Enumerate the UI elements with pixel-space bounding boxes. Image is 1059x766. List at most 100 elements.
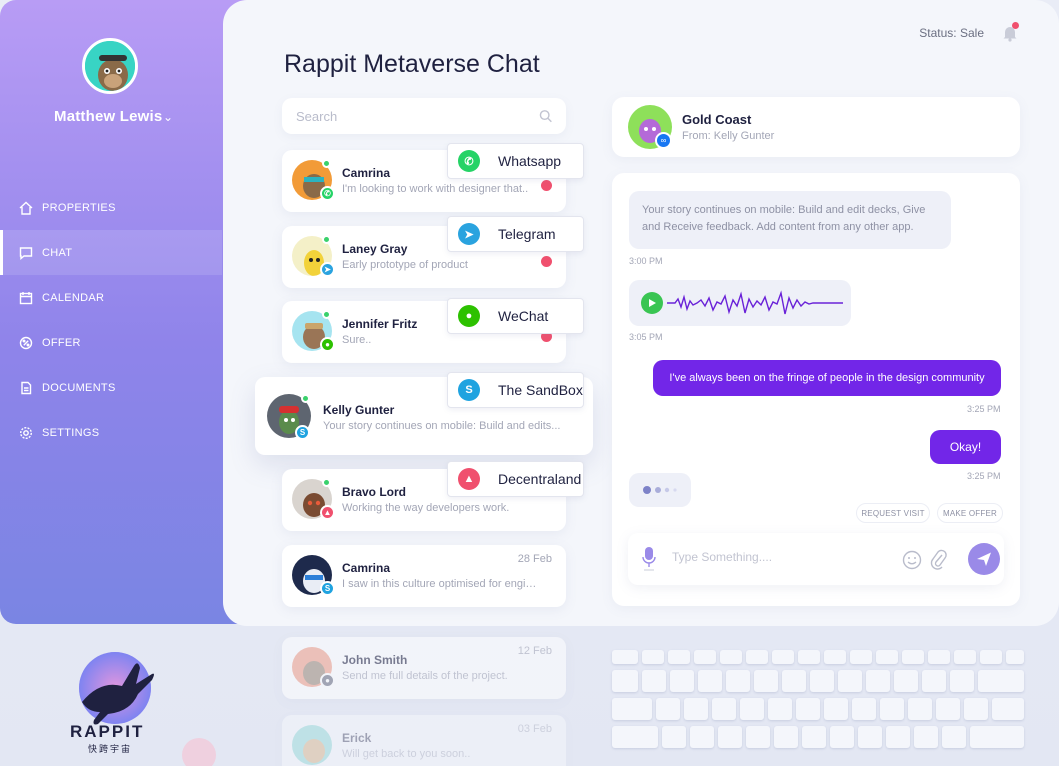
keyboard-key (774, 726, 798, 748)
keyboard-key (802, 726, 826, 748)
platform-tag-decentraland[interactable]: ▲ Decentraland (447, 461, 584, 497)
make-offer-button[interactable]: MAKE OFFER (937, 503, 1003, 523)
platform-tag-whatsapp[interactable]: ✆ Whatsapp (447, 143, 584, 179)
keyboard-key (980, 650, 1002, 664)
keyboard-illustration (612, 648, 1024, 766)
keyboard-key (824, 698, 848, 720)
keyboard-key (902, 650, 924, 664)
brand-name: RAPPIT (70, 722, 145, 741)
keyboard-key (914, 726, 938, 748)
sidebar-item-label: SETTINGS (42, 426, 100, 439)
message-date: 12 Feb (517, 645, 552, 657)
sidebar-item-documents[interactable]: DOCUMENTS (0, 365, 222, 410)
message-time: 3:25 PM (967, 404, 1001, 414)
contact-name: Erick (342, 731, 372, 745)
keyboard-key (656, 698, 680, 720)
platform-tag-wechat[interactable]: ● WeChat (447, 298, 584, 334)
send-button[interactable] (968, 543, 1000, 575)
keyboard-key (694, 650, 716, 664)
keyboard-key (718, 726, 742, 748)
conversation-header: ∞ Gold Coast From: Kelly Gunter (612, 97, 1020, 157)
online-indicator (322, 310, 331, 319)
message-time: 3:05 PM (629, 332, 663, 342)
message-preview: I'm looking to work with designer that.. (342, 183, 529, 195)
emoji-icon[interactable] (902, 550, 922, 570)
keyboard-key (978, 670, 1024, 692)
keyboard-key (876, 650, 898, 664)
sidebar-item-offer[interactable]: OFFER (0, 320, 222, 365)
chat-list-item[interactable]: ● John Smith Send me full details of the… (282, 637, 566, 699)
keyboard-key (866, 670, 890, 692)
unread-badge (541, 256, 552, 267)
online-indicator (322, 159, 331, 168)
message-input[interactable] (672, 550, 892, 564)
keyboard-key (970, 726, 1024, 748)
decentraland-icon: ▲ (458, 468, 480, 490)
outgoing-message: I've always been on the fringe of people… (653, 360, 1001, 396)
source-icon: ● (320, 673, 335, 688)
meta-icon: ∞ (655, 132, 672, 149)
online-indicator (322, 478, 331, 487)
gear-icon (18, 425, 34, 441)
keyboard-key (612, 650, 638, 664)
message-preview: Will get back to you soon.. (342, 748, 471, 760)
contact-name: Kelly Gunter (323, 403, 395, 417)
keyboard-key (798, 650, 820, 664)
attachment-icon[interactable] (930, 549, 948, 571)
decorative-orb (182, 738, 216, 766)
sidebar-item-chat[interactable]: CHAT (0, 230, 222, 275)
user-avatar[interactable] (82, 38, 138, 94)
keyboard-key (612, 698, 652, 720)
search-input[interactable] (296, 108, 539, 124)
platform-tag-sandbox[interactable]: S The SandBox (447, 372, 584, 408)
message-preview: Send me full details of the project. (342, 670, 508, 682)
chat-icon (18, 245, 34, 261)
contact-name: Bravo Lord (342, 485, 407, 499)
request-visit-button[interactable]: REQUEST VISIT (856, 503, 930, 523)
sandbox-icon: S (320, 581, 335, 596)
microphone-icon[interactable] (642, 546, 656, 572)
keyboard-key (886, 726, 910, 748)
avatar (292, 725, 332, 765)
keyboard-key (942, 726, 966, 748)
sidebar-item-label: CHAT (42, 246, 73, 259)
play-icon[interactable] (641, 292, 663, 314)
message-preview: I saw in this culture optimised for engi… (342, 578, 542, 590)
keyboard-key (992, 698, 1024, 720)
keyboard-key (746, 650, 768, 664)
documents-icon (18, 380, 34, 396)
keyboard-key (894, 670, 918, 692)
keyboard-key (720, 650, 742, 664)
keyboard-key (850, 650, 872, 664)
chat-list-item[interactable]: S Camrina I saw in this culture optimise… (282, 545, 566, 607)
home-icon (18, 200, 34, 216)
wechat-icon: ● (458, 305, 480, 327)
sidebar-item-calendar[interactable]: CALENDAR (0, 275, 222, 320)
message-time: 3:00 PM (629, 256, 663, 266)
chat-list-item[interactable]: Erick Will get back to you soon.. 03 Feb (282, 715, 566, 766)
keyboard-key (670, 670, 694, 692)
user-name[interactable]: Matthew Lewis (54, 108, 162, 125)
online-indicator (322, 235, 331, 244)
platform-label: The SandBox (498, 382, 583, 398)
sidebar-item-settings[interactable]: SETTINGS (0, 410, 222, 455)
message-preview: Your story continues on mobile: Build an… (323, 420, 561, 432)
keyboard-key (746, 726, 770, 748)
chevron-down-icon[interactable]: ⌄ (163, 110, 173, 124)
sidebar-item-label: OFFER (42, 336, 81, 349)
keyboard-key (880, 698, 904, 720)
keyboard-key (612, 726, 658, 748)
keyboard-key (740, 698, 764, 720)
platform-label: Telegram (498, 226, 556, 242)
send-icon (977, 552, 991, 566)
sidebar-item-label: DOCUMENTS (42, 381, 116, 394)
keyboard-key (754, 670, 778, 692)
platform-tag-telegram[interactable]: ➤ Telegram (447, 216, 584, 252)
keyboard-key (810, 670, 834, 692)
sidebar-item-properties[interactable]: PROPERTIES (0, 185, 222, 230)
conversation-from: From: Kelly Gunter (682, 130, 775, 142)
keyboard-key (782, 670, 806, 692)
search-icon[interactable] (539, 109, 552, 123)
keyboard-key (908, 698, 932, 720)
message-preview: Sure.. (342, 334, 372, 346)
